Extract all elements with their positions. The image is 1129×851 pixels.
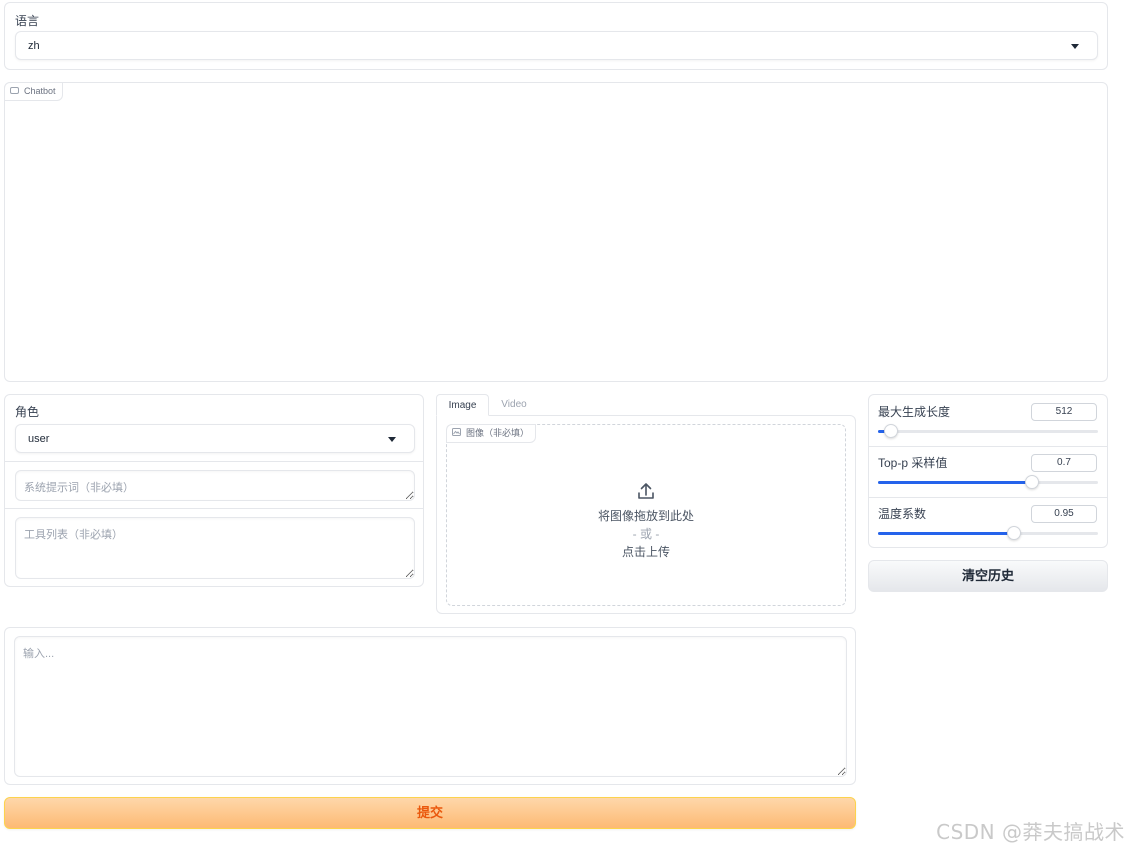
divider	[5, 461, 423, 462]
image-badge-label: 图像（非必填）	[466, 428, 530, 438]
image-badge: 图像（非必填）	[446, 424, 537, 443]
tools-input[interactable]	[15, 517, 415, 579]
chatbot-label: Chatbot	[24, 86, 56, 96]
divider	[5, 508, 423, 509]
image-dropzone[interactable]: 图像（非必填） 将图像拖放到此处 - 或 - 点击上传	[446, 424, 846, 606]
params-panel: 最大生成长度 512 Top-p 采样值 0.7 温度系数 0.95	[868, 394, 1108, 548]
chevron-down-icon	[388, 436, 396, 442]
slider-fill	[878, 481, 1032, 484]
slider-thumb[interactable]	[1007, 526, 1022, 540]
temperature-slider-block: 温度系数 0.95	[869, 498, 1107, 548]
temperature-input[interactable]: 0.95	[1031, 505, 1097, 523]
chatbot-badge: Chatbot	[4, 82, 63, 101]
top-p-input[interactable]: 0.7	[1031, 454, 1097, 472]
top-p-slider[interactable]	[878, 475, 1098, 489]
language-panel: 语言 zh	[4, 2, 1108, 70]
submit-button[interactable]: 提交	[4, 797, 856, 829]
max-length-label: 最大生成长度	[878, 405, 951, 419]
role-label: 角色	[15, 405, 40, 419]
max-length-slider-block: 最大生成长度 512	[869, 395, 1107, 446]
temperature-slider[interactable]	[878, 526, 1098, 540]
message-input[interactable]	[14, 636, 847, 777]
clear-history-button[interactable]: 清空历史	[868, 560, 1108, 592]
top-p-slider-block: Top-p 采样值 0.7	[869, 447, 1107, 497]
media-panel: Image Video 图像（非必填） 将图像拖放到此处 - 或 - 点击上传	[436, 394, 856, 614]
role-value: user	[28, 432, 50, 445]
slider-thumb[interactable]	[884, 424, 899, 438]
language-value: zh	[28, 39, 40, 52]
or-text: - 或 -	[632, 527, 660, 541]
system-prompt-input[interactable]	[15, 470, 415, 501]
watermark: CSDN @莽夫搞战术	[936, 820, 1125, 844]
tab-image[interactable]: Image	[436, 394, 489, 416]
max-length-slider[interactable]	[878, 424, 1098, 438]
image-icon	[452, 425, 461, 442]
media-content: 图像（非必填） 将图像拖放到此处 - 或 - 点击上传	[436, 415, 856, 614]
temperature-label: 温度系数	[878, 507, 927, 521]
drop-text: 将图像拖放到此处	[597, 509, 694, 523]
slider-fill	[878, 532, 1015, 535]
chat-icon	[10, 83, 19, 100]
chatbot-panel: Chatbot	[4, 82, 1108, 382]
role-dropdown[interactable]: user	[15, 424, 415, 453]
max-length-input[interactable]: 512	[1031, 403, 1097, 421]
input-panel	[4, 627, 856, 785]
language-dropdown[interactable]: zh	[15, 31, 1098, 60]
role-panel: 角色 user	[4, 394, 424, 587]
click-upload-text[interactable]: 点击上传	[447, 543, 845, 560]
slider-thumb[interactable]	[1025, 475, 1039, 489]
language-label: 语言	[15, 14, 40, 28]
tab-video[interactable]: Video	[492, 394, 536, 416]
top-p-label: Top-p 采样值	[878, 456, 948, 470]
upload-icon	[636, 481, 656, 504]
chevron-down-icon	[1071, 43, 1079, 49]
